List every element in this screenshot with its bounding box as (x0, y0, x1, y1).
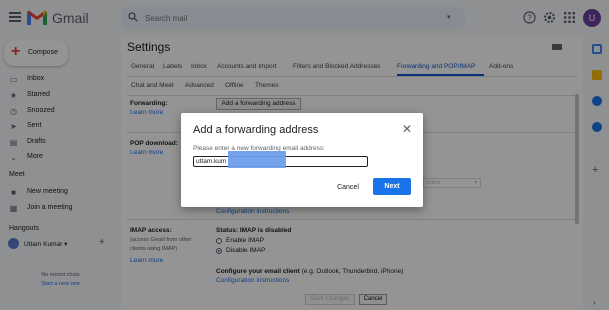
redaction-overlay (228, 151, 286, 168)
dialog-cancel-button[interactable]: Cancel (333, 179, 363, 195)
add-forwarding-dialog: Add a forwarding address ✕ Please enter … (181, 113, 423, 207)
dialog-title: Add a forwarding address (193, 124, 319, 136)
close-icon[interactable]: ✕ (402, 122, 412, 136)
dialog-next-button[interactable]: Next (373, 178, 411, 195)
